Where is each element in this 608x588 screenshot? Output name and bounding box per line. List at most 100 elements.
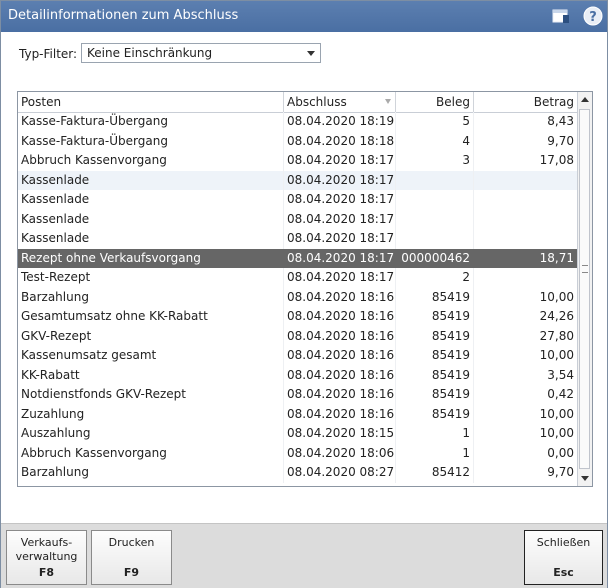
table-row[interactable]: Kassenlade 08.04.2020 18:17	[18, 209, 578, 229]
cell-posten: Test-Rezept	[18, 268, 284, 288]
table-row[interactable]: Notdienstfonds GKV-Rezept 08.04.2020 18:1…	[18, 385, 578, 405]
verkaufsverwaltung-shortcut: F8	[38, 566, 55, 579]
table-row[interactable]: Zuzahlung 08.04.2020 18:16 85419 10,00	[18, 404, 578, 424]
table-row[interactable]: Abbruch Kassenvorgang 08.04.2020 18:17 3 17…	[18, 151, 578, 171]
cell-posten: Kasse-Faktura-Übergang	[18, 131, 284, 151]
vertical-scrollbar[interactable]	[577, 92, 592, 486]
schliessen-label: Schließen	[536, 536, 591, 549]
cell-beleg: 85419	[396, 404, 474, 424]
scroll-up-icon[interactable]	[579, 94, 591, 106]
cell-betrag: 9,70	[474, 463, 578, 483]
cell-posten: Kassenlade	[18, 209, 284, 229]
cell-betrag: 10,00	[474, 346, 578, 366]
cell-beleg: 85419	[396, 385, 474, 405]
table-row[interactable]: Barzahlung 08.04.2020 08:27 85412 9,70	[18, 463, 578, 483]
cell-beleg: 4	[396, 131, 474, 151]
cell-betrag: 9,70	[474, 131, 578, 151]
type-filter-label: Typ-Filter:	[19, 47, 78, 61]
table-header: Posten Abschluss Beleg Betrag	[18, 92, 578, 113]
cell-beleg: 85419	[396, 287, 474, 307]
table-row[interactable]: KK-Rabatt 08.04.2020 18:16 85419 3,54	[18, 365, 578, 385]
table-body: Kasse-Faktura-Übergang 08.04.2020 18:19 5 8…	[18, 112, 578, 483]
table-row[interactable]: Rezept ohne Verkaufsvorgang 08.04.2020 18…	[18, 248, 578, 268]
scrollbar-thumb[interactable]	[579, 109, 590, 469]
window-icon[interactable]	[551, 6, 571, 26]
verkaufsverwaltung-label-line2: verwaltung	[15, 550, 78, 563]
table-row[interactable]: Gesamtumsatz ohne KK-Rabatt 08.04.2020 18…	[18, 307, 578, 327]
title-bar: Detailinformationen zum Abschluss ?	[1, 1, 607, 32]
cell-beleg: 85412	[396, 463, 474, 483]
cell-beleg: 1	[396, 443, 474, 463]
help-icon[interactable]: ?	[583, 6, 603, 26]
table-row[interactable]: Auszahlung 08.04.2020 18:15 1 10,00	[18, 424, 578, 444]
cell-abschluss: 08.04.2020 18:17	[284, 248, 396, 268]
column-header-betrag[interactable]: Betrag	[474, 92, 578, 112]
cell-posten: Kassenlade	[18, 170, 284, 190]
cell-betrag: 27,80	[474, 326, 578, 346]
cell-posten: GKV-Rezept	[18, 326, 284, 346]
grip-icon	[582, 265, 588, 273]
drucken-label: Drucken	[108, 536, 155, 549]
cell-posten: Notdienstfonds GKV-Rezept	[18, 385, 284, 405]
cell-betrag	[474, 229, 578, 249]
footer-toolbar: Verkaufs- verwaltung F8 Drucken F9 Schli…	[1, 523, 607, 588]
drucken-button[interactable]: Drucken F9	[91, 530, 172, 585]
cell-abschluss: 08.04.2020 18:15	[284, 424, 396, 444]
cell-betrag: 10,00	[474, 424, 578, 444]
cell-posten: Barzahlung	[18, 287, 284, 307]
table-row[interactable]: GKV-Rezept 08.04.2020 18:16 85419 27,80	[18, 326, 578, 346]
cell-betrag	[474, 190, 578, 210]
cell-abschluss: 08.04.2020 18:16	[284, 326, 396, 346]
type-filter-select[interactable]: Keine Einschränkung	[81, 43, 321, 63]
cell-beleg: 3	[396, 151, 474, 171]
cell-posten: Gesamtumsatz ohne KK-Rabatt	[18, 307, 284, 327]
cell-beleg	[396, 229, 474, 249]
column-header-posten[interactable]: Posten	[18, 92, 284, 112]
table-row[interactable]: Kassenlade 08.04.2020 18:17	[18, 190, 578, 210]
column-header-beleg[interactable]: Beleg	[396, 92, 474, 112]
cell-betrag: 17,08	[474, 151, 578, 171]
cell-abschluss: 08.04.2020 18:16	[284, 385, 396, 405]
cell-abschluss: 08.04.2020 08:27	[284, 463, 396, 483]
table-row[interactable]: Kasse-Faktura-Übergang 08.04.2020 18:19 5 8…	[18, 112, 578, 132]
cell-betrag	[474, 209, 578, 229]
window-title: Detailinformationen zum Abschluss	[8, 8, 239, 23]
table-row[interactable]: Kassenlade 08.04.2020 18:17	[18, 170, 578, 190]
cell-betrag: 10,00	[474, 404, 578, 424]
type-filter-value: Keine Einschränkung	[87, 46, 213, 60]
table-row[interactable]: Barzahlung 08.04.2020 18:16 85419 10,00	[18, 287, 578, 307]
cell-beleg	[396, 170, 474, 190]
cell-posten: Auszahlung	[18, 424, 284, 444]
cell-posten: Barzahlung	[18, 463, 284, 483]
table-row[interactable]: Test-Rezept 08.04.2020 18:17 2	[18, 268, 578, 288]
dropdown-arrow-icon	[307, 51, 315, 56]
cell-betrag: 0,42	[474, 385, 578, 405]
cell-betrag: 3,54	[474, 365, 578, 385]
scroll-down-icon[interactable]	[579, 472, 591, 484]
cell-betrag: 8,43	[474, 112, 578, 132]
cell-abschluss: 08.04.2020 18:16	[284, 287, 396, 307]
schliessen-button[interactable]: Schließen Esc	[524, 530, 603, 585]
cell-posten: Zuzahlung	[18, 404, 284, 424]
cell-abschluss: 08.04.2020 18:17	[284, 229, 396, 249]
cell-abschluss: 08.04.2020 18:18	[284, 131, 396, 151]
cell-posten: Kassenlade	[18, 190, 284, 210]
table-row[interactable]: Abbruch Kassenvorgang 08.04.2020 18:06 1 0,…	[18, 443, 578, 463]
cell-posten: Kassenumsatz gesamt	[18, 346, 284, 366]
column-header-abschluss-label: Abschluss	[287, 95, 347, 109]
drucken-shortcut: F9	[123, 566, 140, 579]
column-header-abschluss[interactable]: Abschluss	[284, 92, 396, 112]
cell-beleg: 1	[396, 424, 474, 444]
table-row[interactable]: Kassenlade 08.04.2020 18:17	[18, 229, 578, 249]
table-row[interactable]: Kassenumsatz gesamt 08.04.2020 18:16 85419…	[18, 346, 578, 366]
cell-abschluss: 08.04.2020 18:17	[284, 151, 396, 171]
cell-beleg: 85419	[396, 326, 474, 346]
cell-beleg	[396, 190, 474, 210]
cell-posten: Kassenlade	[18, 229, 284, 249]
verkaufsverwaltung-button[interactable]: Verkaufs- verwaltung F8	[6, 530, 87, 585]
dialog-window: Detailinformationen zum Abschluss ? Typ-…	[0, 0, 608, 588]
table-row[interactable]: Kasse-Faktura-Übergang 08.04.2020 18:18 4 9…	[18, 131, 578, 151]
cell-abschluss: 08.04.2020 18:17	[284, 170, 396, 190]
schliessen-shortcut: Esc	[553, 566, 574, 579]
cell-posten: Kasse-Faktura-Übergang	[18, 112, 284, 132]
